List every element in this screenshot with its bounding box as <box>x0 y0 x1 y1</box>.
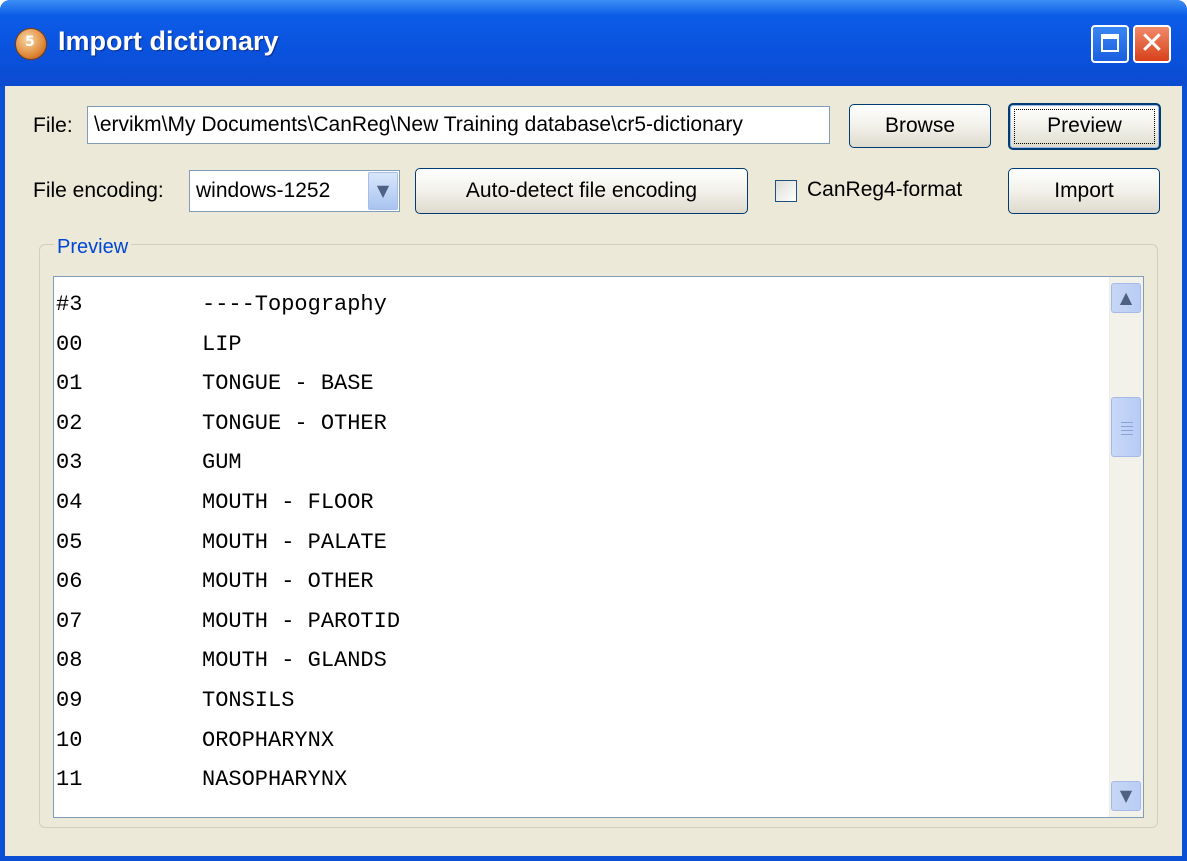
chevron-up-icon: ▲ <box>1119 288 1133 307</box>
dictionary-code: 08 <box>56 648 83 674</box>
dialog-body: File: \ervikm\My Documents\CanReg\New Tr… <box>5 86 1182 856</box>
dictionary-description: MOUTH - FLOOR <box>202 490 374 515</box>
file-path-value: \ervikm\My Documents\CanReg\New Training… <box>94 113 743 136</box>
focus-ring <box>1014 109 1155 144</box>
dictionary-description: LIP <box>202 331 242 357</box>
dictionary-code: 09 <box>56 688 83 713</box>
import-button[interactable]: Import <box>1008 168 1160 214</box>
dictionary-code: 11 <box>56 767 83 793</box>
file-encoding-value: windows-1252 <box>196 179 331 202</box>
file-path-input[interactable]: \ervikm\My Documents\CanReg\New Training… <box>87 106 830 144</box>
vertical-scrollbar[interactable]: ▲ ▼ <box>1109 277 1143 817</box>
dictionary-description: ----Topography <box>202 292 387 317</box>
dictionary-description: MOUTH - GLANDS <box>202 648 387 674</box>
browse-button[interactable]: Browse <box>849 104 991 148</box>
dictionary-description: NASOPHARYNX <box>202 767 348 793</box>
dictionary-description: GUM <box>202 450 242 476</box>
app-icon[interactable]: 5 <box>15 28 47 60</box>
dictionary-description: MOUTH - OTHER <box>202 569 374 595</box>
preview-button[interactable]: Preview <box>1008 103 1161 150</box>
import-dictionary-window: 5 Import dictionary ✕ File: \ervikm\My D… <box>0 0 1187 861</box>
file-label: File: <box>33 114 73 137</box>
dictionary-code: 10 <box>56 727 83 753</box>
file-encoding-select[interactable]: windows-1252 ▼ <box>189 170 400 212</box>
maximize-icon <box>1101 34 1119 52</box>
dictionary-description: MOUTH - PAROTID <box>202 608 401 634</box>
canreg4-format-label[interactable]: CanReg4-format <box>807 178 962 202</box>
auto-detect-encoding-button[interactable]: Auto-detect file encoding <box>415 168 748 214</box>
close-button[interactable]: ✕ <box>1133 25 1171 63</box>
title-bar[interactable]: 5 Import dictionary ✕ <box>0 0 1187 86</box>
maximize-button[interactable] <box>1091 25 1129 63</box>
dictionary-description: TONGUE - BASE <box>202 371 374 397</box>
scroll-thumb[interactable] <box>1111 397 1141 457</box>
preview-group-title: Preview <box>54 236 132 259</box>
canreg4-format-checkbox[interactable] <box>775 180 797 202</box>
dictionary-code: 02 <box>56 410 83 436</box>
dictionary-code: 03 <box>56 450 83 476</box>
dictionary-code: 07 <box>56 608 83 634</box>
window-title: Import dictionary <box>58 26 279 56</box>
scroll-up-button[interactable]: ▲ <box>1111 283 1141 313</box>
chevron-down-icon: ▼ <box>1119 786 1133 805</box>
preview-text-area[interactable]: #3 ----Topography 00 LIP 01 TONGUE - BASE 02 TO… <box>53 276 1144 818</box>
dictionary-code: 04 <box>56 490 83 515</box>
dictionary-code: 00 <box>56 331 83 357</box>
scroll-down-button[interactable]: ▼ <box>1111 781 1141 811</box>
file-encoding-label: File encoding: <box>33 179 164 202</box>
dictionary-code: 01 <box>56 371 83 397</box>
close-icon: ✕ <box>1139 26 1165 61</box>
dictionary-description: OROPHARYNX <box>202 727 335 753</box>
dictionary-description: TONGUE - OTHER <box>202 410 387 436</box>
dictionary-description: MOUTH - PALATE <box>202 529 387 555</box>
dictionary-code: 06 <box>56 569 83 595</box>
dictionary-description: TONSILS <box>202 688 295 713</box>
dictionary-code: 05 <box>56 529 83 555</box>
chevron-down-icon[interactable]: ▼ <box>368 172 398 210</box>
dictionary-code: #3 <box>56 292 83 317</box>
